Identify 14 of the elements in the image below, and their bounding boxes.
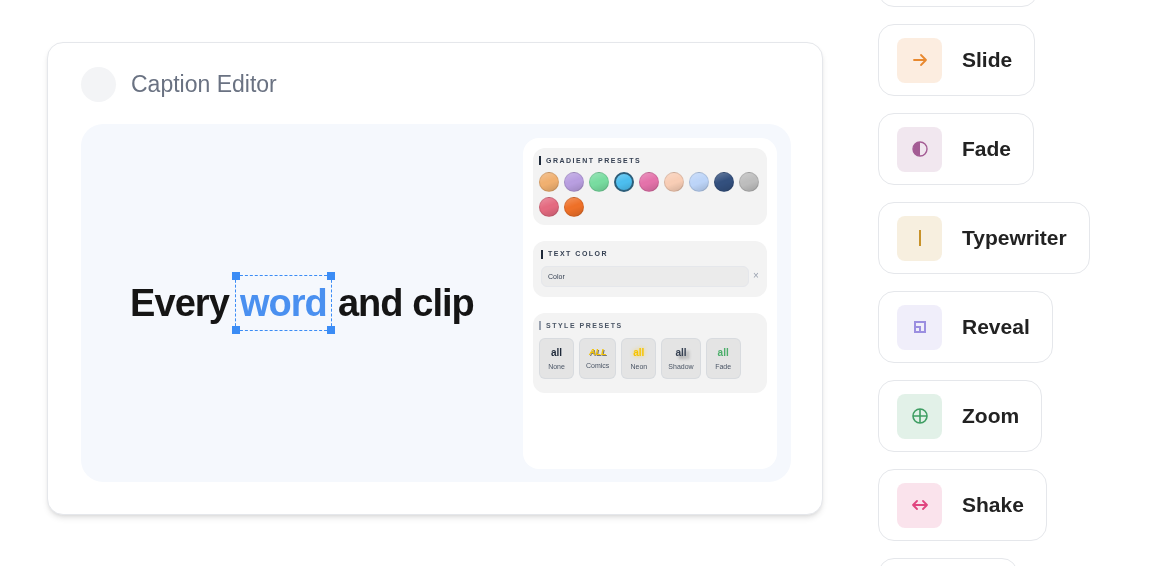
effect-card[interactable]: Shake bbox=[878, 469, 1047, 541]
effect-card[interactable]: Slide bbox=[878, 24, 1036, 96]
resize-handle[interactable] bbox=[231, 326, 240, 334]
effect-card[interactable]: Typewriter bbox=[878, 202, 1090, 274]
resize-handle[interactable] bbox=[326, 326, 335, 334]
effect-card[interactable]: Reveal bbox=[878, 291, 1053, 363]
resize-handle[interactable] bbox=[326, 272, 335, 280]
caption-text: Every bbox=[130, 280, 229, 326]
card-title: Caption Editor bbox=[131, 70, 277, 100]
resize-handle[interactable] bbox=[231, 272, 240, 280]
caption-text: and clip bbox=[337, 280, 474, 326]
effect-card[interactable]: Zoom bbox=[878, 380, 1043, 452]
gradient-swatch[interactable] bbox=[614, 172, 634, 192]
effect-card[interactable]: Fade bbox=[878, 113, 1034, 185]
